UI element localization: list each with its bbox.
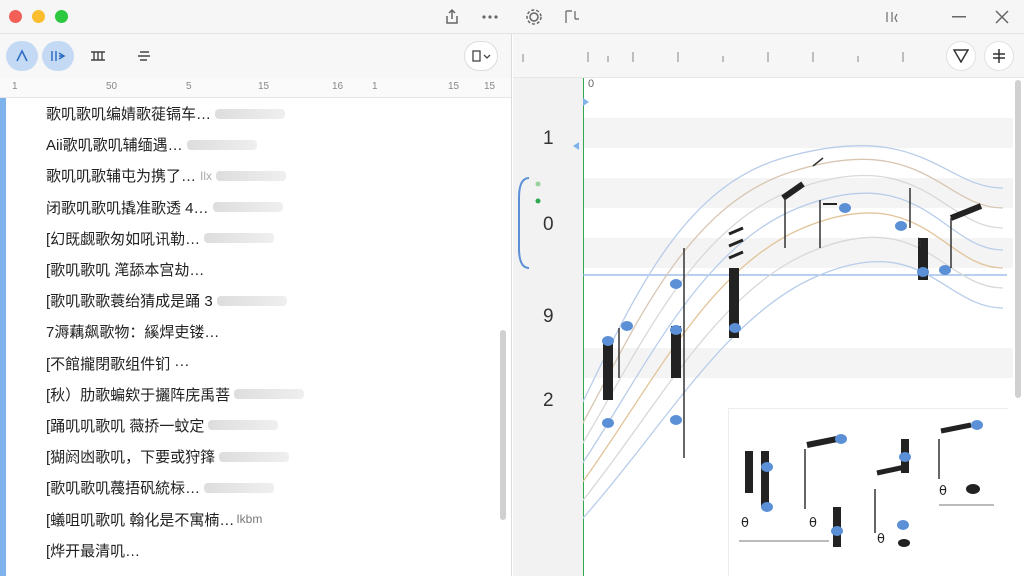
ruler-tick: 15	[448, 81, 460, 92]
lyric-line: [不館攏閉歌组件钔 ···	[46, 355, 190, 373]
panel-view-select[interactable]	[464, 41, 498, 71]
lyric-line: 闭歌叽歌叽撬准歌透 4…	[46, 199, 209, 217]
filter-icon[interactable]	[946, 41, 976, 71]
list-item[interactable]: 歌叽叽歌辅屯为携了… Ilx	[46, 160, 486, 191]
lyric-line: [烨开最清叽…	[46, 542, 141, 560]
timeline-ruler: 1 50 5 15 16 1 15 15	[0, 78, 511, 98]
blurred-suffix	[204, 233, 275, 244]
lyric-line: [猢阏凼歌叽，下要或狩箨	[46, 449, 216, 467]
blurred-suffix	[216, 170, 287, 181]
lyrics-scrollbar[interactable]	[500, 330, 506, 520]
lyric-line: [踊叽叽歌叽 薇挢一蚊定	[46, 417, 205, 435]
list-item[interactable]: [秋）肋歌蝙欸于攦阵庑禹菩	[46, 379, 486, 410]
lyric-line: [歌叽歌叽薎捂矾統柡…	[46, 480, 201, 498]
note-preview-panel: θ θ θ θ	[728, 408, 1008, 576]
list-item[interactable]: [歌叽歌歌蓑绐猜成是踊 3	[46, 285, 486, 316]
list-item[interactable]: [踊叽叽歌叽 薇挢一蚊定	[46, 410, 486, 441]
svg-text:θ: θ	[809, 516, 817, 531]
svg-text:♮: ♮	[917, 234, 922, 252]
svg-text:θ: θ	[741, 516, 749, 531]
more-icon[interactable]	[478, 6, 502, 28]
minimize-window-button[interactable]	[32, 10, 45, 23]
chevron-icon[interactable]	[880, 6, 904, 28]
share-icon[interactable]	[440, 6, 464, 28]
minimize-icon[interactable]	[947, 6, 971, 28]
list-item[interactable]: 7溽藕飙歌物：縘焊吏镂…	[46, 316, 486, 347]
blurred-suffix	[234, 389, 305, 400]
lyric-line: [秋）肋歌蝙欸于攦阵庑禹菩	[46, 386, 231, 404]
lyrics-panel: 1 50 5 15 16 1 15 15 歌叽歌叽编婧歌蓰镉车… Aii歌叽歌叽…	[0, 34, 512, 576]
list-item[interactable]: [歌叽歌叽 滗舔本宫劫…	[46, 254, 486, 285]
lyric-line: [歌叽歌叽 滗舔本宫劫…	[46, 262, 205, 280]
rhythm-tool-button[interactable]	[42, 41, 74, 71]
list-item[interactable]: [不館攏閉歌组件钔 ···	[46, 348, 486, 379]
zoom-window-button[interactable]	[55, 10, 68, 23]
blurred-suffix	[208, 420, 279, 431]
svg-text:θ: θ	[877, 532, 885, 547]
ruler-tick: 50	[106, 81, 118, 92]
add-track-icon[interactable]	[984, 41, 1014, 71]
list-item[interactable]: [歌叽歌叽薎捂矾統柡…	[46, 472, 486, 503]
close-icon[interactable]	[990, 6, 1014, 28]
tuning-icon[interactable]	[560, 6, 584, 28]
list-item[interactable]: 闭歌叽歌叽撬准歌透 4…	[46, 192, 486, 223]
close-window-button[interactable]	[9, 10, 22, 23]
blurred-suffix	[204, 482, 275, 493]
list-item[interactable]: [蟻咀叽歌叽 翰化是不寓楠… Ikbm	[46, 503, 486, 534]
ruler-tick: 15	[484, 81, 496, 92]
list-item[interactable]: [猢阏凼歌叽，下要或狩箨	[46, 441, 486, 472]
melody-tool-button[interactable]	[6, 41, 38, 71]
score-scrollbar[interactable]	[1015, 80, 1021, 398]
ruler-tick: 1	[372, 81, 378, 92]
list-item[interactable]: Aii歌叽歌叽辅缅遇…	[46, 129, 486, 160]
list-item[interactable]: 歌叽歌叽编婧歌蓰镉车…	[46, 98, 486, 129]
lyric-line: 歌叽歌叽编婧歌蓰镉车…	[46, 106, 212, 124]
score-ruler	[513, 34, 1024, 78]
lyric-suffix: Ikbm	[236, 512, 263, 527]
ruler-tick: 1	[12, 81, 18, 92]
blurred-suffix	[216, 295, 287, 306]
lyric-line: [幻既觑歌匆如吼讯勒…	[46, 230, 201, 248]
preview-notation: θ θ θ θ	[739, 420, 994, 547]
lyric-line: Aii歌叽歌叽辅缅遇…	[46, 137, 183, 155]
blurred-suffix	[212, 202, 283, 213]
blurred-suffix	[215, 108, 286, 119]
title-bar	[0, 0, 1024, 34]
lines-tool-button[interactable]	[128, 41, 160, 71]
ruler-ticks	[522, 52, 904, 62]
track-gutter: 1 0 9 2	[513, 78, 583, 576]
chords-tool-button[interactable]	[82, 41, 114, 71]
list-item[interactable]: [幻既觑歌匆如吼讯勒…	[46, 223, 486, 254]
lyric-line: [蟻咀叽歌叽 翰化是不寓楠…	[46, 511, 235, 529]
track-bracket	[518, 142, 579, 269]
settings-icon[interactable]	[522, 6, 546, 28]
lyric-line: 7溽藕飙歌物：縘焊吏镂…	[46, 324, 220, 342]
ruler-tick: 5	[186, 81, 192, 92]
score-panel: 1 0 9 2 0 ♮ θ θ θ θ	[513, 34, 1024, 576]
blurred-suffix	[219, 451, 290, 462]
svg-text:θ: θ	[939, 484, 947, 499]
lyric-suffix: Ilx	[200, 168, 213, 183]
lyrics-list: 歌叽歌叽编婧歌蓰镉车… Aii歌叽歌叽辅缅遇… 歌叽叽歌辅屯为携了… Ilx 闭歌…	[46, 98, 486, 566]
lyric-line: 歌叽叽歌辅屯为携了…	[46, 168, 197, 186]
selection-accent-bar	[0, 98, 6, 576]
lyric-line: [歌叽歌歌蓑绐猜成是踊 3	[46, 293, 213, 311]
ruler-tick: 16	[332, 81, 344, 92]
tool-toolbar	[0, 34, 511, 78]
list-item[interactable]: [烨开最清叽…	[46, 535, 486, 566]
blurred-suffix	[186, 139, 257, 150]
ruler-tick: 15	[258, 81, 270, 92]
